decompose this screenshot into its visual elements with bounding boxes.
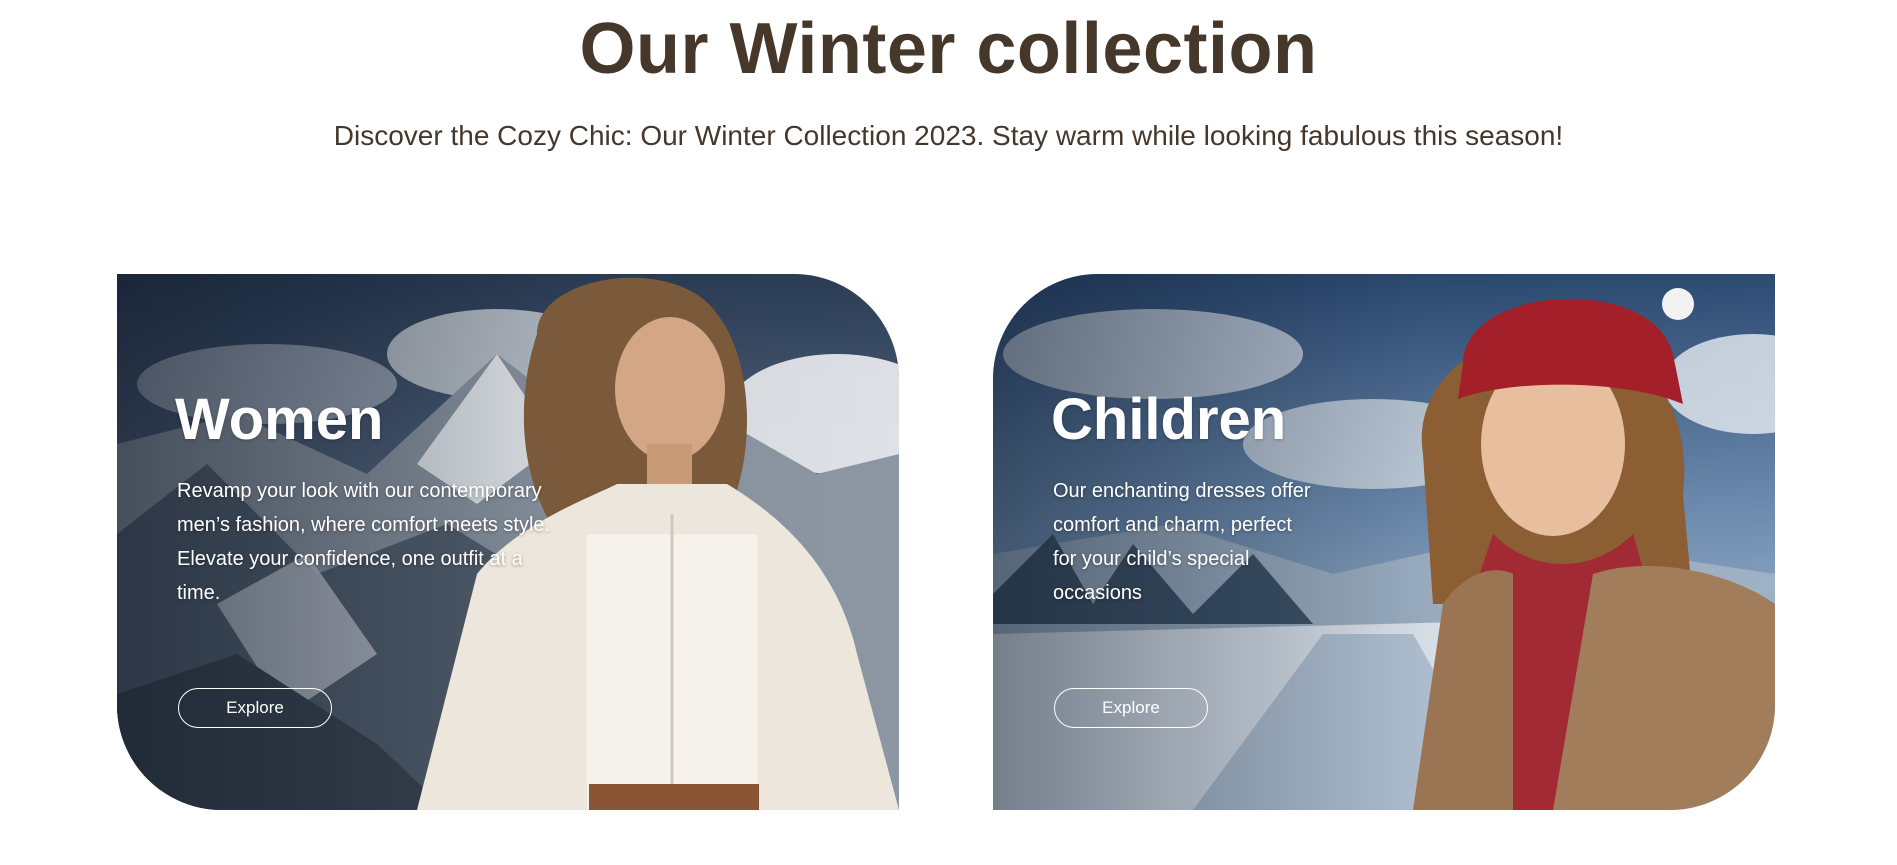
card-title-children: Children (1051, 387, 1287, 452)
card-title-women: Women (175, 387, 384, 452)
women-collection-card: Women Revamp your look with our contempo… (117, 274, 899, 810)
explore-children-button[interactable]: Explore (1054, 688, 1208, 728)
explore-women-button[interactable]: Explore (178, 688, 332, 728)
card-description-children: Our enchanting dresses offer comfort and… (1053, 480, 1311, 604)
card-description-women: Revamp your look with our contemporary m… (177, 480, 551, 604)
page-title: Our Winter collection (579, 9, 1318, 89)
children-collection-card: Children Our enchanting dresses offer co… (993, 274, 1775, 810)
page-subtitle: Discover the Cozy Chic: Our Winter Colle… (333, 120, 1564, 151)
